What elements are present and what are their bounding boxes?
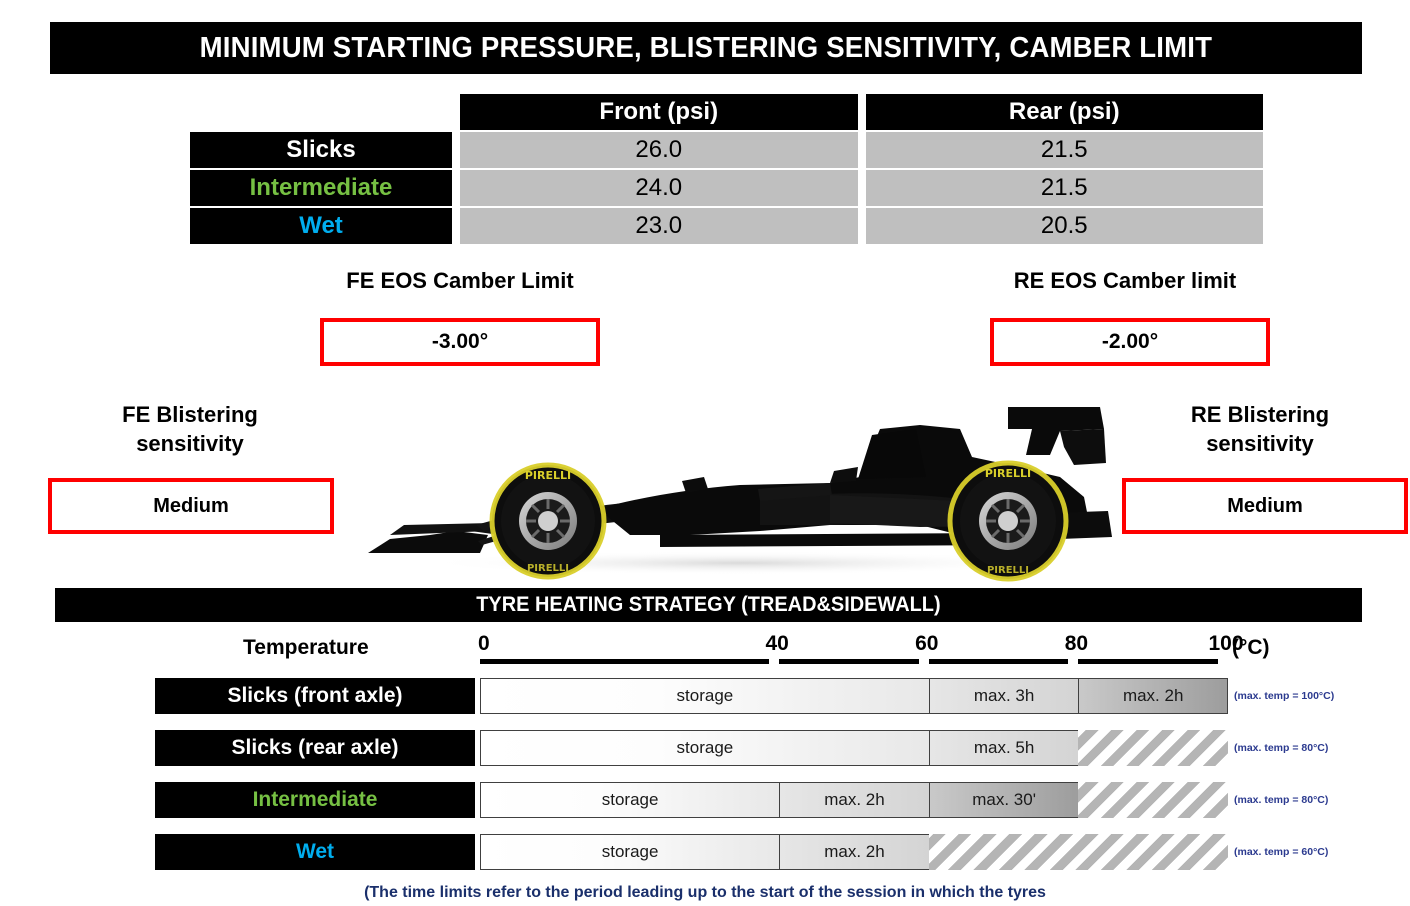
front-blistering-sensitivity-title: FE Blistering sensitivity	[60, 400, 320, 458]
axis-rule-segment	[480, 659, 770, 664]
heating-segment-forbidden	[928, 834, 1228, 870]
cell-intermediate-front: 24.0	[460, 170, 858, 206]
heating-segment: max. 2h	[1078, 678, 1228, 714]
footer-note: (The time limits refer to the period lea…	[364, 884, 1046, 901]
heating-segment: max. 5h	[928, 730, 1079, 766]
row-label-slicks: Slicks	[190, 132, 452, 168]
rear-blistering-title-line1: RE Blistering	[1190, 402, 1330, 427]
heating-segment: max. 2h	[779, 782, 929, 818]
page-title-bar: MINIMUM STARTING PRESSURE, BLISTERING SE…	[50, 22, 1362, 74]
svg-text:PIRELLI: PIRELLI	[527, 563, 569, 574]
table-row: Intermediate 24.0 21.5	[190, 170, 1263, 206]
axis-rule-segment	[779, 659, 919, 664]
table-corner-cell	[190, 94, 452, 130]
heating-segment: max. 3h	[928, 678, 1079, 714]
heating-row-max-temp-note: (max. temp = 60°C)	[1234, 846, 1329, 858]
column-header-front: Front (psi)	[460, 94, 858, 130]
temperature-unit-label: (°C)	[1232, 636, 1270, 659]
cell-slicks-front: 26.0	[460, 132, 858, 168]
heating-segment: storage	[480, 730, 929, 766]
axis-rule-segment	[1078, 659, 1218, 664]
front-blistering-title-line2: sensitivity	[136, 431, 244, 457]
svg-text:PIRELLI: PIRELLI	[985, 467, 1031, 480]
minimum-starting-pressure-table: Front (psi) Rear (psi) Slicks 26.0 21.5 …	[190, 94, 1263, 246]
rear-blistering-sensitivity-value: Medium	[1122, 478, 1408, 534]
axis-tick-80: 80	[1064, 632, 1089, 655]
heating-segment-forbidden	[1078, 782, 1228, 818]
heating-row-bars: storage max. 3h max. 2h	[480, 678, 1228, 714]
axis-rule-segment	[928, 659, 1069, 664]
cell-slicks-rear: 21.5	[865, 132, 1263, 168]
heating-row-label: Slicks (front axle)	[155, 678, 475, 714]
rear-camber-limit-title: RE EOS Camber limit	[1013, 268, 1237, 293]
temperature-axis: 0 40 60 80 100	[478, 632, 1244, 664]
table-header-row: Front (psi) Rear (psi)	[190, 94, 1263, 130]
heating-segment: storage	[480, 678, 929, 714]
formula-one-car-image: PIRELLI PIRELLI PIRELLI PIRELLI	[360, 385, 1120, 585]
tyre-heating-rows: Slicks (front axle) storage max. 3h max. 2h…	[155, 678, 1385, 886]
heating-row-max-temp-note: (max. temp = 80°C)	[1234, 794, 1329, 806]
heating-segment-forbidden	[1078, 730, 1228, 766]
tyre-heating-strategy-title: TYRE HEATING STRATEGY (TREAD&SIDEWALL)	[476, 593, 941, 616]
heating-row-label: Intermediate	[155, 782, 475, 818]
table-row: Slicks 26.0 21.5	[190, 132, 1263, 168]
temperature-axis-label: Temperature	[243, 636, 369, 659]
row-label-intermediate: Intermediate	[190, 170, 452, 206]
rear-blistering-title-line2: sensitivity	[1206, 431, 1314, 457]
heating-row-bars: storage max. 2h max. 30'	[480, 782, 1228, 818]
heating-row: Intermediate storage max. 2h max. 30' (max. …	[155, 782, 1385, 818]
row-label-wet: Wet	[190, 208, 452, 244]
front-camber-limit-title: FE EOS Camber Limit	[346, 268, 574, 293]
heating-row-bars: storage max. 2h	[480, 834, 1228, 870]
axis-tick-60: 60	[915, 632, 939, 655]
front-blistering-title-line1: FE Blistering	[122, 402, 258, 427]
heating-row-max-temp-note: (max. temp = 80°C)	[1234, 742, 1329, 754]
heating-segment: max. 30'	[928, 782, 1079, 818]
rear-camber-limit-value: -2.00°	[990, 318, 1270, 366]
cell-wet-rear: 20.5	[865, 208, 1263, 244]
heating-row: Slicks (front axle) storage max. 3h max. 2h…	[155, 678, 1385, 714]
heating-row-max-temp-note: (max. temp = 100°C)	[1234, 690, 1335, 702]
axis-tick-0: 0	[478, 632, 490, 655]
heating-segment: max. 2h	[779, 834, 929, 870]
page-title: MINIMUM STARTING PRESSURE, BLISTERING SE…	[199, 31, 1213, 64]
heating-segment: storage	[480, 834, 780, 870]
heating-row-label: Slicks (rear axle)	[155, 730, 475, 766]
table-row: Wet 23.0 20.5	[190, 208, 1263, 244]
svg-text:PIRELLI: PIRELLI	[987, 565, 1029, 576]
column-header-rear: Rear (psi)	[865, 94, 1263, 130]
heating-row: Wet storage max. 2h (max. temp = 60°C)	[155, 834, 1385, 870]
heating-segment: storage	[480, 782, 780, 818]
heating-row-label: Wet	[155, 834, 475, 870]
cell-wet-front: 23.0	[460, 208, 858, 244]
rear-blistering-sensitivity-title: RE Blistering sensitivity	[1130, 400, 1390, 458]
heating-row-bars: storage max. 5h	[480, 730, 1228, 766]
heating-row: Slicks (rear axle) storage max. 5h (max. te…	[155, 730, 1385, 766]
tyre-heating-strategy-header: TYRE HEATING STRATEGY (TREAD&SIDEWALL)	[55, 588, 1362, 622]
svg-text:PIRELLI: PIRELLI	[525, 469, 571, 482]
front-blistering-sensitivity-value: Medium	[48, 478, 334, 534]
front-camber-limit-value: -3.00°	[320, 318, 600, 366]
axis-tick-40: 40	[765, 632, 789, 655]
cell-intermediate-rear: 21.5	[865, 170, 1263, 206]
